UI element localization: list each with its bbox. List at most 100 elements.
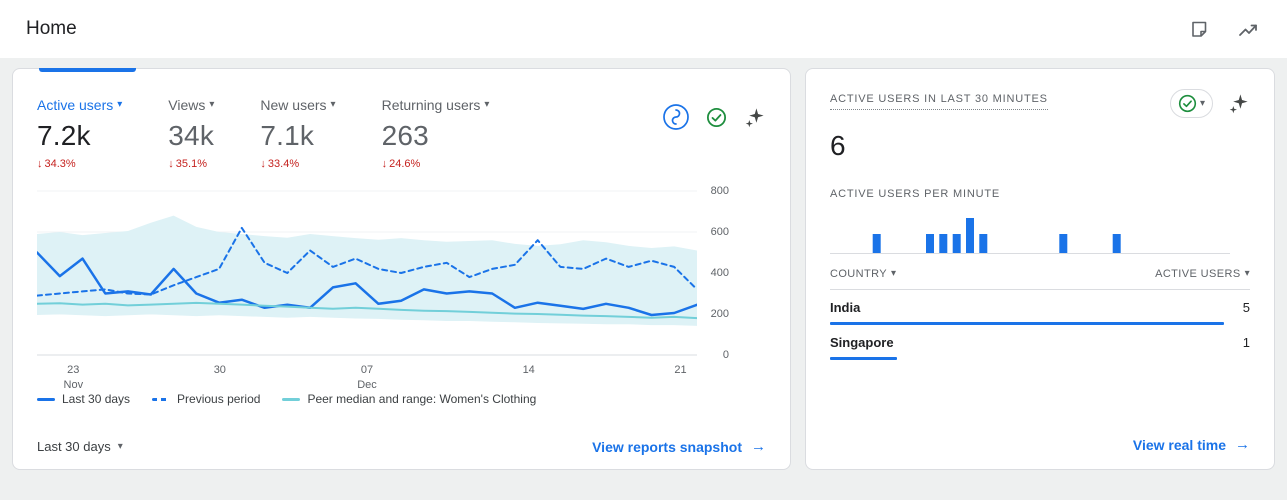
sort-active-users-header[interactable]: ACTIVE USERS ▾ <box>1155 268 1250 280</box>
caret-down-icon: ▾ <box>209 99 215 110</box>
caret-down-icon: ▾ <box>891 268 897 279</box>
realtime-header: ACTIVE USERS IN LAST 30 MINUTES ▾ <box>830 89 1250 118</box>
down-arrow-icon: ↓ <box>260 158 266 170</box>
metric-delta-text: 34.3% <box>44 158 76 170</box>
view-real-time-link[interactable]: View real time → <box>1133 436 1250 453</box>
check-circle-icon <box>1178 94 1197 113</box>
right-arrow-icon: → <box>751 438 766 455</box>
realtime-title: ACTIVE USERS IN LAST 30 MINUTES <box>830 93 1048 110</box>
metric-delta: ↓ 35.1% <box>168 158 214 170</box>
table-row: India 5 <box>830 290 1250 325</box>
x-axis-labels: 23 Nov 30 07 Dec 14 21 <box>63 364 687 391</box>
caret-down-icon: ▾ <box>1244 268 1250 279</box>
link-label: View reports snapshot <box>592 438 742 455</box>
link-label: View real time <box>1132 436 1226 453</box>
card-action-icons <box>662 97 766 131</box>
trend-chart-svg <box>37 190 697 356</box>
country-table: COUNTRY ▾ ACTIVE USERS ▾ India 5 Singapore… <box>830 268 1250 360</box>
metric-label: Active users ▾ <box>37 97 122 113</box>
caret-down-icon: ▾ <box>484 99 490 110</box>
overview-card: Active users ▾ 7.2k ↓ 34.3% Views ▾ 34k ↓ 35… <box>12 68 791 470</box>
realtime-footer: View real time → <box>830 436 1250 453</box>
legend-label: Peer median and range: Women's Clothing <box>307 392 537 406</box>
per-minute-label: ACTIVE USERS PER MINUTE <box>830 188 1000 200</box>
metric-delta-text: 24.6% <box>389 158 421 170</box>
legend-label: Previous period <box>177 392 261 406</box>
active-tab-indicator <box>39 68 136 72</box>
country-users-value: 5 <box>1242 300 1250 315</box>
trend-chart: 23 Nov 30 07 Dec 14 21 0 200 400 600 800 <box>37 185 766 391</box>
metric-value: 263 <box>381 120 429 151</box>
teal-line-swatch <box>282 397 301 401</box>
legend-last-30-days: Last 30 days <box>37 392 130 406</box>
metric-label-text: Views <box>168 97 206 113</box>
metric-label-text: Active users <box>37 97 114 113</box>
sparkle-insights-icon[interactable] <box>1227 92 1250 115</box>
caret-down-icon: ▾ <box>330 99 336 110</box>
metric-delta: ↓ 34.3% <box>37 158 122 170</box>
date-range-label: Last 30 days <box>37 439 111 454</box>
metric-delta: ↓ 33.4% <box>260 158 335 170</box>
metric-value: 7.2k <box>37 120 91 151</box>
country-users-value: 1 <box>1242 335 1250 350</box>
realtime-controls: ▾ <box>1169 89 1250 118</box>
sort-country-header[interactable]: COUNTRY ▾ <box>830 268 896 280</box>
down-arrow-icon: ↓ <box>168 158 174 170</box>
metric-label: Views ▾ <box>168 97 214 113</box>
metric-label: New users ▾ <box>260 97 335 113</box>
legend-peer-median: Peer median and range: Women's Clothing <box>282 392 536 406</box>
down-arrow-icon: ↓ <box>381 158 388 170</box>
chart-legend: Last 30 days Previous period Peer median… <box>37 392 766 406</box>
metric-delta-text: 33.4% <box>267 158 300 170</box>
benchmarking-icon[interactable] <box>662 103 690 131</box>
per-minute-bar-chart <box>830 218 1230 254</box>
metric-label-text: Returning users <box>381 97 481 113</box>
country-bar-track <box>830 357 1224 360</box>
active-users-count: 6 <box>830 130 846 161</box>
legend-label: Last 30 days <box>62 392 131 406</box>
caret-down-icon: ▾ <box>117 440 123 452</box>
legend-previous-period: Previous period <box>152 392 260 406</box>
active-users-header-label: ACTIVE USERS <box>1155 268 1241 280</box>
country-name: India <box>830 300 861 315</box>
data-quality-check-icon[interactable] <box>706 107 727 128</box>
metric-new-users[interactable]: New users ▾ 7.1k ↓ 33.4% <box>260 97 335 170</box>
realtime-card: ACTIVE USERS IN LAST 30 MINUTES ▾ 6 ACTI… <box>805 68 1275 470</box>
row-line: India 5 <box>830 300 1250 315</box>
top-bar: Home <box>0 0 1287 58</box>
data-quality-dropdown[interactable]: ▾ <box>1169 89 1213 118</box>
overview-card-footer: Last 30 days ▾ View reports snapshot → <box>37 438 766 455</box>
metric-delta-text: 35.1% <box>175 158 207 170</box>
topbar-actions <box>1189 19 1259 39</box>
insights-icon[interactable] <box>1237 19 1259 39</box>
metric-value: 7.1k <box>260 120 315 151</box>
caret-down-icon: ▾ <box>117 99 123 110</box>
caret-down-icon: ▾ <box>1199 97 1205 109</box>
metric-active-users[interactable]: Active users ▾ 7.2k ↓ 34.3% <box>37 97 122 170</box>
metric-value: 34k <box>168 120 215 151</box>
home-content: Active users ▾ 7.2k ↓ 34.3% Views ▾ 34k ↓ 35… <box>0 58 1287 470</box>
metric-label-text: New users <box>260 97 327 113</box>
down-arrow-icon: ↓ <box>37 158 43 170</box>
y-axis-labels: 0 200 400 600 800 <box>710 185 729 361</box>
metric-views[interactable]: Views ▾ 34k ↓ 35.1% <box>168 97 214 170</box>
dashed-line-swatch <box>152 397 171 401</box>
page-title: Home <box>26 18 77 39</box>
metric-returning-users[interactable]: Returning users ▾ 263 ↓ 24.6% <box>382 97 490 170</box>
sparkle-insights-icon[interactable] <box>743 106 766 129</box>
metrics-row: Active users ▾ 7.2k ↓ 34.3% Views ▾ 34k ↓ 35… <box>37 97 766 170</box>
row-line: Singapore 1 <box>830 335 1250 350</box>
country-table-header: COUNTRY ▾ ACTIVE USERS ▾ <box>830 268 1250 290</box>
view-reports-snapshot-link[interactable]: View reports snapshot → <box>592 438 766 455</box>
metric-delta: ↓ 24.6% <box>382 158 490 170</box>
metric-label: Returning users ▾ <box>382 97 490 113</box>
trend-chart-plot: 23 Nov 30 07 Dec 14 21 <box>37 186 697 391</box>
country-header-label: COUNTRY <box>830 268 887 280</box>
table-row: Singapore 1 <box>830 325 1250 360</box>
solid-line-swatch <box>37 397 55 401</box>
country-bar <box>830 357 897 360</box>
date-range-select[interactable]: Last 30 days ▾ <box>37 439 123 454</box>
notes-icon[interactable] <box>1189 19 1209 39</box>
right-arrow-icon: → <box>1235 436 1250 453</box>
country-name: Singapore <box>830 335 894 350</box>
